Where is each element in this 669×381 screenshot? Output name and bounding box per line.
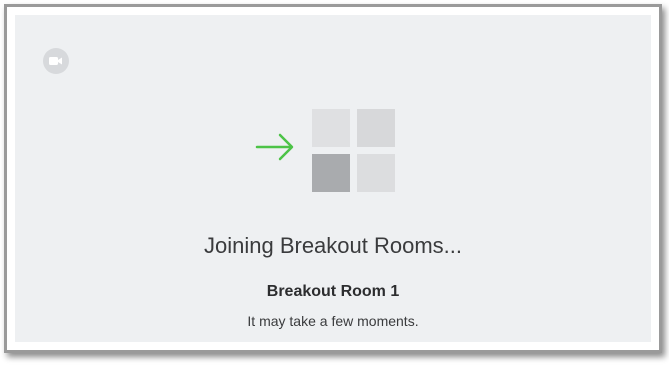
joining-title: Joining Breakout Rooms... — [203, 233, 463, 258]
arrow-right-icon — [255, 133, 294, 161]
breakout-rooms-grid-icon — [312, 109, 395, 192]
video-camera-button[interactable] — [43, 48, 69, 74]
breakout-room-name: Breakout Room 1 — [266, 283, 400, 300]
joining-breakout-panel: Joining Breakout Rooms... Breakout Room … — [15, 15, 651, 342]
wait-note: It may take a few moments. — [247, 313, 419, 329]
breakout-dialog-frame: Joining Breakout Rooms... Breakout Room … — [4, 4, 662, 353]
video-camera-icon — [49, 57, 62, 65]
breakout-rooms-illustration — [255, 109, 395, 192]
